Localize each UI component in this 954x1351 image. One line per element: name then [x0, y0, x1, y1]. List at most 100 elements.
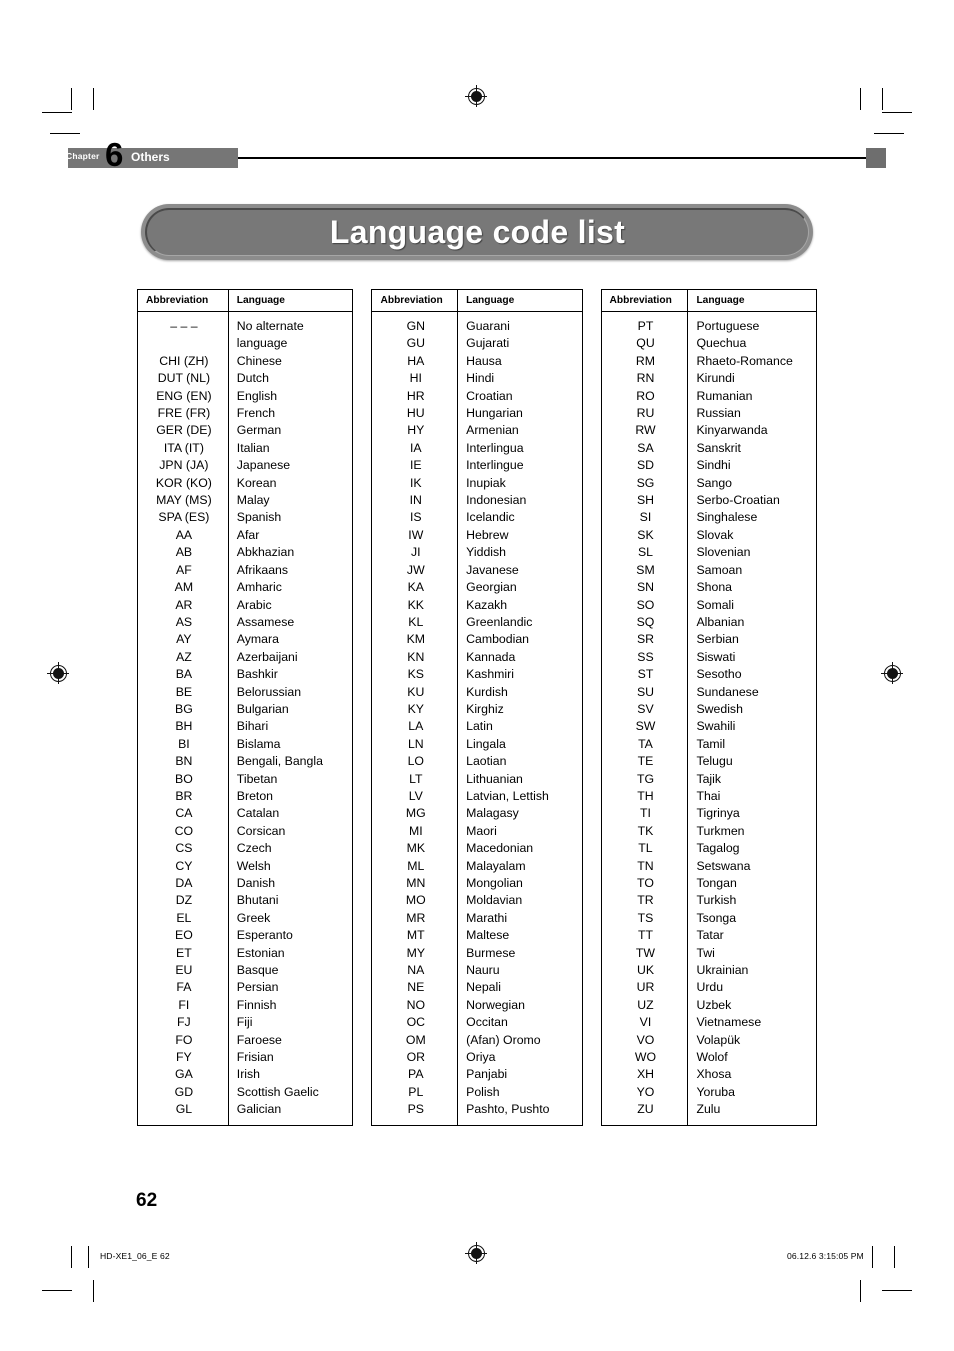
abbreviation-cell: ML [371, 857, 459, 875]
abbreviation-cell: RM [601, 352, 689, 371]
language-cell: Finnish [236, 997, 277, 1012]
table-row: GER (DE) German [137, 422, 353, 440]
abbreviation-cell: TI [601, 805, 689, 823]
language-cell: Corsican [236, 823, 286, 838]
abbreviation-cell: ENG (EN) [137, 387, 229, 406]
language-cell: Serbo-Croatian [696, 493, 780, 508]
abbreviation-cell: SD [601, 457, 689, 475]
abbreviation-cell: OC [371, 1014, 459, 1032]
abbreviation-cell: WO [601, 1049, 689, 1067]
table-row: MT Maltese [371, 927, 582, 945]
abbreviation-cell: LN [371, 735, 459, 754]
language-cell: Danish [236, 876, 276, 890]
abbreviation-cell: TH [601, 787, 689, 806]
table-row: RM Rhaeto-Romance [601, 352, 816, 371]
table-row: ENG (EN) English [137, 387, 353, 406]
language-cell: Telugu [696, 754, 733, 769]
language-cell: Moldavian [466, 893, 523, 908]
language-cell: Nepali [466, 980, 501, 995]
table-row: TN Setswana [601, 857, 816, 875]
column-header-language: Language [457, 289, 583, 312]
table-row: BO Tibetan [137, 770, 353, 788]
abbreviation-cell: SS [601, 648, 689, 667]
column-header-abbreviation: Abbreviation [371, 289, 459, 312]
abbreviation-cell: SH [601, 492, 689, 510]
language-cell: Turkmen [696, 823, 745, 838]
abbreviation-cell: VI [601, 1014, 689, 1032]
table-row: AS Assamese [137, 613, 353, 632]
language-cell: Quechua [696, 336, 747, 351]
abbreviation-cell: HA [371, 352, 459, 371]
abbreviation-cell: IK [371, 474, 459, 493]
table-row: BN Bengali, Bangla [137, 753, 353, 771]
language-cell: Interlingua [466, 440, 524, 455]
page-title: Language code list [329, 214, 626, 250]
abbreviation-cell: AR [137, 596, 229, 614]
table-row: IK Inupiak [371, 474, 582, 493]
abbreviation-cell: BI [137, 735, 229, 754]
crop-mark-bottom-right-vertical [860, 1280, 862, 1302]
table-row: GU Gujarati [371, 335, 582, 353]
table-row: SV Swedish [601, 700, 816, 719]
language-cell: Maori [466, 823, 497, 838]
abbreviation-cell: JPN (JA) [137, 457, 229, 475]
footer-right-rule-a [872, 1246, 874, 1268]
registration-target-top [465, 85, 487, 107]
language-cell: Greek [236, 910, 271, 925]
abbreviation-cell: IW [371, 526, 459, 545]
language-cell: Indonesian [466, 493, 527, 508]
crop-mark-top-left-vertical-2 [93, 88, 95, 110]
table-row: LA Latin [371, 718, 582, 736]
table-row: FO Faroese [137, 1031, 353, 1050]
language-cell: Belorussian [236, 684, 302, 699]
abbreviation-cell: SQ [601, 613, 689, 632]
abbreviation-cell: VO [601, 1031, 689, 1050]
table-row: AR Arabic [137, 596, 353, 614]
table-row: SW Swahili [601, 718, 816, 736]
language-cell: Lithuanian [466, 771, 523, 786]
table-row: AY Aymara [137, 631, 353, 649]
table-header-row: Abbreviation Language [137, 289, 353, 312]
abbreviation-cell: LA [371, 718, 459, 736]
abbreviation-cell: AB [137, 544, 229, 562]
abbreviation-cell: SV [601, 700, 689, 719]
language-cell: Basque [236, 963, 279, 978]
table-row: TO Tongan [601, 875, 816, 893]
abbreviation-cell: SA [601, 439, 689, 458]
language-cell: Armenian [466, 423, 519, 438]
language-cell: Serbian [696, 632, 739, 647]
language-cell: Tajik [696, 771, 722, 786]
table-row: DZ Bhutani [137, 892, 353, 910]
language-cell: Bhutani [236, 893, 279, 908]
table-row: EU Basque [137, 962, 353, 980]
language-cell: Swedish [696, 701, 743, 716]
table-row: IN Indonesian [371, 492, 582, 510]
language-cell: Sundanese [696, 684, 759, 699]
language-cell: Catalan [236, 806, 280, 821]
abbreviation-cell: AF [137, 561, 229, 580]
abbreviation-cell: CO [137, 822, 229, 841]
language-cell: Bulgarian [236, 701, 289, 716]
table-row: IA Interlingua [371, 439, 582, 458]
abbreviation-cell: KU [371, 683, 459, 701]
language-cell: Japanese [236, 458, 291, 473]
table-row: TT Tatar [601, 927, 816, 945]
table-row: XH Xhosa [601, 1066, 816, 1084]
abbreviation-cell: FA [137, 979, 229, 997]
table-row: NE Nepali [371, 979, 582, 997]
abbreviation-cell: PA [371, 1066, 459, 1084]
table-row: HU Hungarian [371, 405, 582, 423]
abbreviation-cell: DA [137, 875, 229, 893]
table-row: IW Hebrew [371, 526, 582, 545]
table-row: CS Czech [137, 840, 353, 858]
language-cell: (Afan) Oromo [466, 1032, 541, 1047]
language-cell: Hebrew [466, 527, 509, 542]
abbreviation-cell: IS [371, 509, 459, 527]
table-row: VI Vietnamese [601, 1014, 816, 1032]
registration-target-bottom [465, 1242, 487, 1264]
table-row: SR Serbian [601, 631, 816, 649]
abbreviation-cell: GN [371, 311, 459, 336]
abbreviation-cell: TR [601, 892, 689, 910]
abbreviation-cell: MG [371, 805, 459, 823]
crop-mark-bottom-left-vertical-2 [93, 1280, 95, 1302]
